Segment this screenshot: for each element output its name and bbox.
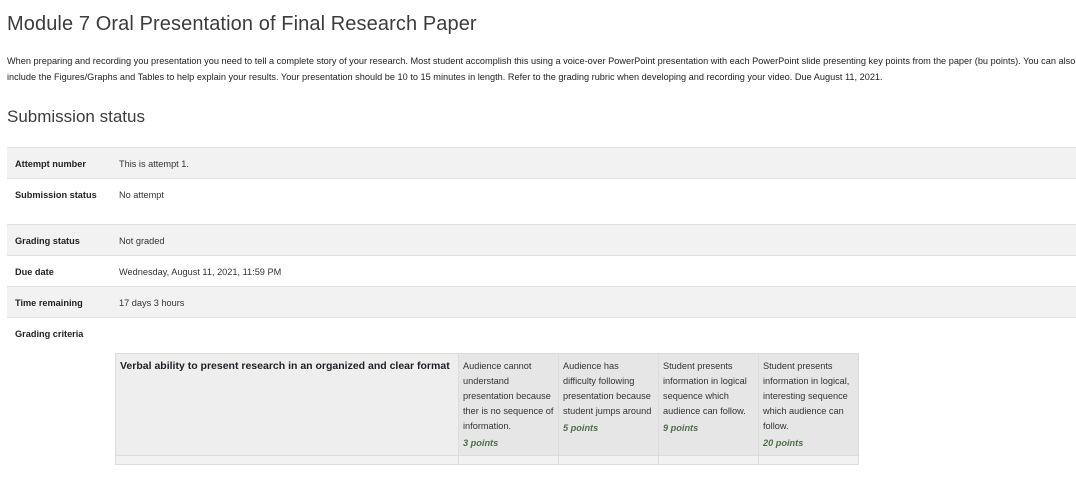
rubric-level: [458, 455, 559, 465]
assignment-page: Module 7 Oral Presentation of Final Rese…: [0, 0, 1076, 477]
page-title: Module 7 Oral Presentation of Final Rese…: [7, 13, 477, 35]
table-row: Grading status Not graded: [7, 224, 1076, 256]
level-score: 5 points: [563, 423, 599, 433]
rubric-level: [558, 455, 659, 465]
table-row: Attempt number This is attempt 1.: [7, 147, 1076, 179]
grading-status-value: Not graded: [119, 236, 165, 246]
rubric-criterion-row: [115, 455, 859, 465]
grading-criteria-label: Grading criteria: [15, 329, 84, 339]
assignment-description: When preparing and recording you present…: [7, 56, 1076, 82]
table-row: Grading criteria: [7, 317, 1076, 343]
table-row: Time remaining 17 days 3 hours: [7, 286, 1076, 318]
level-definition: Audience cannot understand presentation …: [463, 361, 554, 431]
rubric-level: Student presents information in logical …: [658, 353, 759, 456]
level-definition: Audience has difficulty following presen…: [563, 361, 652, 416]
attempt-number-label: Attempt number: [15, 159, 86, 169]
grading-status-label: Grading status: [15, 236, 80, 246]
due-date-value: Wednesday, August 11, 2021, 11:59 PM: [119, 267, 282, 277]
table-row: Due date Wednesday, August 11, 2021, 11:…: [7, 255, 1076, 287]
submission-status-value: No attempt: [119, 190, 164, 200]
due-date-label: Due date: [15, 267, 54, 277]
level-definition: Student presents information in logical,…: [763, 361, 850, 431]
submission-status-heading: Submission status: [7, 107, 145, 126]
rubric-level: [658, 455, 759, 465]
submission-status-label: Submission status: [15, 190, 97, 200]
table-row: Submission status No attempt: [7, 178, 1076, 225]
level-score: 9 points: [663, 423, 699, 433]
level-definition: Student presents information in logical …: [663, 361, 747, 416]
criterion-description: [115, 455, 459, 465]
rubric-criterion-row: Verbal ability to present research in an…: [115, 353, 859, 456]
grading-criteria-value: [111, 318, 1076, 343]
time-remaining-label: Time remaining: [15, 298, 83, 308]
level-score: 3 points: [463, 438, 499, 448]
submission-status-table: Attempt number This is attempt 1. Submis…: [7, 147, 1076, 342]
time-remaining-value: 17 days 3 hours: [119, 298, 185, 308]
level-score: 20 points: [763, 438, 804, 448]
grading-rubric: Verbal ability to present research in an…: [115, 353, 859, 465]
attempt-number-value: This is attempt 1.: [119, 159, 189, 169]
criterion-description: Verbal ability to present research in an…: [115, 353, 459, 456]
rubric-level: Audience has difficulty following presen…: [558, 353, 659, 456]
rubric-level: Student presents information in logical,…: [758, 353, 859, 456]
rubric-level: [758, 455, 859, 465]
rubric-level: Audience cannot understand presentation …: [458, 353, 559, 456]
